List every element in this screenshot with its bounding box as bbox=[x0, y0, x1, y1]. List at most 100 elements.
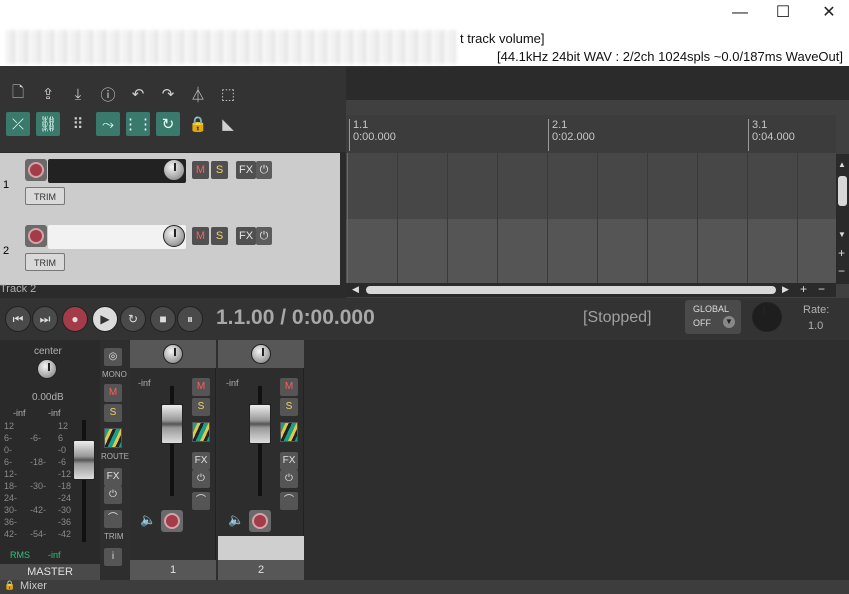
strip-fader[interactable] bbox=[249, 404, 271, 444]
strip-solo-button[interactable]: S bbox=[280, 398, 298, 416]
minimize-button[interactable]: — bbox=[729, 4, 751, 22]
grid-icon[interactable]: ⠿ bbox=[66, 112, 90, 136]
mute-button[interactable]: M bbox=[192, 227, 209, 245]
trim-button[interactable]: TRIM bbox=[25, 187, 65, 205]
track-lane-1[interactable] bbox=[346, 153, 836, 219]
undo-icon[interactable]: ↶ bbox=[126, 82, 150, 106]
strip-route-icon[interactable] bbox=[192, 422, 210, 442]
stop-icon[interactable]: ■ bbox=[150, 306, 176, 332]
timecode-display[interactable]: 1.1.00 / 0:00.000 bbox=[216, 306, 375, 330]
play-icon[interactable]: ▶ bbox=[92, 306, 118, 332]
track-lane-2[interactable] bbox=[346, 219, 836, 285]
snap-grid-icon[interactable]: ⋮⋮ bbox=[123, 112, 153, 136]
mixer-strip-1: -inf M S FX ⏻ ⌒ 🔈 1 bbox=[130, 340, 216, 580]
strip-mute-button[interactable]: M bbox=[280, 378, 298, 396]
record-icon[interactable]: ● bbox=[62, 306, 88, 332]
strip-fader[interactable] bbox=[161, 404, 183, 444]
zoom-in-icon[interactable]: + bbox=[838, 246, 845, 260]
scroll-up-icon[interactable]: ▲ bbox=[838, 160, 847, 169]
loop-icon[interactable]: ↻ bbox=[156, 112, 180, 136]
strip-route-icon[interactable] bbox=[280, 422, 298, 442]
strip-fx-button[interactable]: FX bbox=[192, 452, 210, 470]
selection-box-icon[interactable]: ⬚ bbox=[216, 82, 240, 106]
play-cursor bbox=[347, 153, 348, 285]
maximize-button[interactable]: ☐ bbox=[772, 4, 794, 22]
strip-trim-icon[interactable]: ⌒ bbox=[192, 492, 210, 510]
save-project-icon[interactable]: ⤓ bbox=[66, 82, 90, 106]
solo-button[interactable]: S bbox=[211, 161, 228, 179]
scale-tick: 12 bbox=[58, 421, 69, 431]
master-pan-knob[interactable] bbox=[37, 359, 57, 379]
strip-mute-button[interactable]: M bbox=[192, 378, 210, 396]
strip-label[interactable]: 2 bbox=[218, 560, 304, 580]
fx-button[interactable]: FX bbox=[236, 161, 256, 179]
master-fx-button[interactable]: FX bbox=[104, 468, 122, 486]
scroll-right-icon[interactable]: ▶ bbox=[782, 284, 789, 295]
vertical-scroll-thumb[interactable] bbox=[838, 176, 847, 206]
horizontal-scroll-thumb[interactable] bbox=[366, 286, 776, 294]
strip-record-arm-button[interactable] bbox=[161, 510, 183, 532]
track-header-2[interactable]: 2 M S FX ⏻ TRIM bbox=[0, 219, 340, 285]
lock-icon[interactable]: 🔒 bbox=[186, 112, 210, 136]
master-mute-button[interactable]: M bbox=[104, 384, 122, 402]
master-info-button[interactable]: i bbox=[104, 548, 122, 566]
fx-button[interactable]: FX bbox=[236, 227, 256, 245]
ripple-edit-icon[interactable]: ⤫ bbox=[6, 112, 30, 136]
scroll-down-icon[interactable]: ▼ bbox=[838, 230, 847, 239]
master-level: 0.00dB bbox=[32, 392, 64, 403]
scroll-left-icon[interactable]: ◀ bbox=[352, 284, 359, 295]
global-automation-button[interactable]: GLOBAL OFF ▼ bbox=[685, 300, 741, 334]
mono-icon[interactable]: ◎ bbox=[104, 348, 122, 366]
strip-trim-icon[interactable]: ⌒ bbox=[280, 492, 298, 510]
volume-knob[interactable] bbox=[163, 159, 185, 181]
redo-icon[interactable]: ↷ bbox=[156, 82, 180, 106]
open-project-icon[interactable]: ⇪ bbox=[36, 82, 60, 106]
master-fader[interactable] bbox=[73, 440, 95, 480]
speaker-icon[interactable]: 🔈 bbox=[140, 512, 156, 528]
mute-button[interactable]: M bbox=[192, 161, 209, 179]
record-arm-button[interactable] bbox=[25, 225, 47, 247]
rate-value[interactable]: 1.0 bbox=[808, 320, 823, 332]
speaker-icon[interactable]: 🔈 bbox=[228, 512, 244, 528]
record-arm-button[interactable] bbox=[25, 159, 47, 181]
fx-bypass-icon[interactable]: ⏻ bbox=[256, 227, 272, 245]
playrate-knob[interactable] bbox=[752, 302, 782, 332]
h-zoom-in-icon[interactable]: + bbox=[800, 282, 807, 296]
horizontal-scrollbar[interactable]: ◀ ▶ + − bbox=[346, 282, 836, 297]
h-zoom-out-icon[interactable]: − bbox=[818, 282, 825, 296]
new-project-icon[interactable]: 🗋 bbox=[6, 82, 30, 106]
master-fx-bypass-icon[interactable]: ⏻ bbox=[104, 486, 122, 504]
master-trim-icon[interactable]: ⌒ bbox=[104, 510, 122, 528]
solo-button[interactable]: S bbox=[211, 227, 228, 245]
metronome-icon[interactable]: ⏃ bbox=[186, 82, 210, 106]
master-solo-button[interactable]: S bbox=[104, 404, 122, 422]
envelope-tool-icon[interactable]: ◣ bbox=[216, 112, 240, 136]
go-to-end-icon[interactable]: ⏭ bbox=[32, 306, 58, 332]
zoom-out-icon[interactable]: − bbox=[838, 264, 845, 278]
trim-button[interactable]: TRIM bbox=[25, 253, 65, 271]
arrange-view[interactable]: 1.1 0:00.000 2.1 0:02.000 3.1 0:04.000 ▲… bbox=[346, 100, 849, 298]
strip-pan-knob[interactable] bbox=[251, 344, 271, 364]
strip-fx-bypass-icon[interactable]: ⏻ bbox=[280, 470, 298, 488]
project-info-icon[interactable]: ⓘ bbox=[96, 82, 120, 106]
strip-fx-bypass-icon[interactable]: ⏻ bbox=[192, 470, 210, 488]
route-icon[interactable] bbox=[104, 428, 122, 448]
mixer-tab[interactable]: Mixer bbox=[20, 580, 47, 592]
link-icon[interactable]: ⛓ bbox=[36, 112, 60, 136]
timeline-ruler[interactable]: 1.1 0:00.000 2.1 0:02.000 3.1 0:04.000 bbox=[346, 115, 836, 153]
strip-solo-button[interactable]: S bbox=[192, 398, 210, 416]
auto-crossfade-icon[interactable]: ⤳ bbox=[96, 112, 120, 136]
repeat-icon[interactable]: ↻ bbox=[120, 306, 146, 332]
pause-icon[interactable]: ⏸ bbox=[177, 306, 203, 332]
strip-fx-button[interactable]: FX bbox=[280, 452, 298, 470]
vertical-scrollbar[interactable]: ▲ ▼ + − bbox=[836, 154, 849, 284]
strip-pan-knob[interactable] bbox=[163, 344, 183, 364]
strip-label[interactable]: 1 bbox=[130, 560, 216, 580]
strip-record-arm-button[interactable] bbox=[249, 510, 271, 532]
track-header-1[interactable]: 1 M S FX ⏻ TRIM bbox=[0, 153, 340, 219]
close-button[interactable]: ✕ bbox=[818, 4, 840, 22]
strip-selected-area[interactable] bbox=[218, 536, 304, 560]
go-to-start-icon[interactable]: ⏮ bbox=[5, 306, 31, 332]
volume-knob[interactable] bbox=[163, 225, 185, 247]
fx-bypass-icon[interactable]: ⏻ bbox=[256, 161, 272, 179]
